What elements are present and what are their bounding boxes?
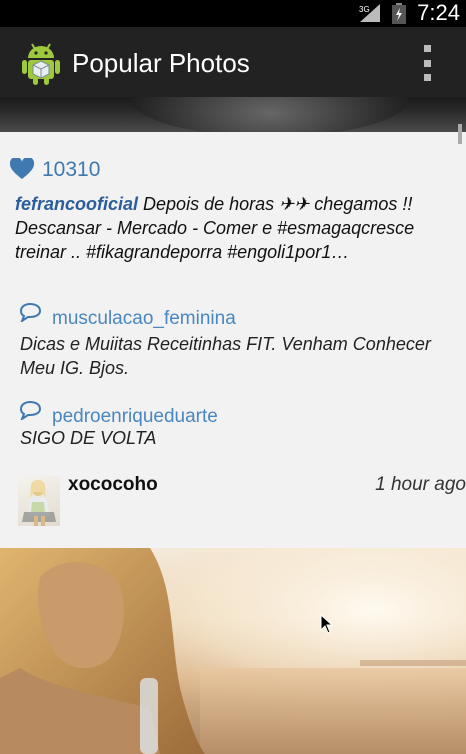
scrollbar[interactable] [458, 124, 462, 144]
status-bar: 3G 7:24 [0, 0, 466, 27]
svg-text:3G: 3G [359, 5, 370, 14]
previous-post-photo[interactable] [0, 97, 466, 132]
comment-username[interactable]: pedroenriqueduarte [52, 406, 218, 428]
mouse-cursor-icon [320, 614, 334, 634]
post-timestamp: 1 hour ago [375, 474, 466, 495]
app-title: Popular Photos [72, 48, 250, 78]
app-bar: Popular Photos [0, 27, 466, 97]
comment-text: SIGO DE VOLTA [20, 428, 157, 448]
comment-bubble-icon [19, 302, 42, 322]
comment-item: pedroenriqueduarte SIGO DE VOLTA [18, 400, 463, 450]
comment-username[interactable]: musculacao_feminina [52, 308, 236, 330]
avatar[interactable] [18, 476, 60, 526]
comment-item: musculacao_feminina Dicas e Muiitas Rece… [18, 302, 463, 392]
likes-count: 10310 [42, 158, 101, 181]
clock: 7:24 [417, 0, 460, 25]
caption-username[interactable]: fefrancooficial [15, 194, 138, 214]
android-robot-icon[interactable] [18, 40, 64, 86]
battery-icon [392, 3, 406, 24]
signal-3g-icon: 3G [359, 4, 380, 22]
post-caption: fefrancooficial Depois de horas ✈✈ chega… [15, 192, 455, 264]
author-name[interactable]: xococoho [68, 474, 158, 496]
heart-icon[interactable] [10, 158, 34, 180]
comment-text: Dicas e Muiitas Receitinhas FIT. Venham … [20, 334, 431, 378]
comment-bubble-icon [19, 400, 42, 420]
overflow-menu-icon[interactable] [418, 45, 436, 81]
post-author-row: xococoho 1 hour ago [18, 474, 466, 526]
post-photo[interactable] [0, 548, 466, 754]
